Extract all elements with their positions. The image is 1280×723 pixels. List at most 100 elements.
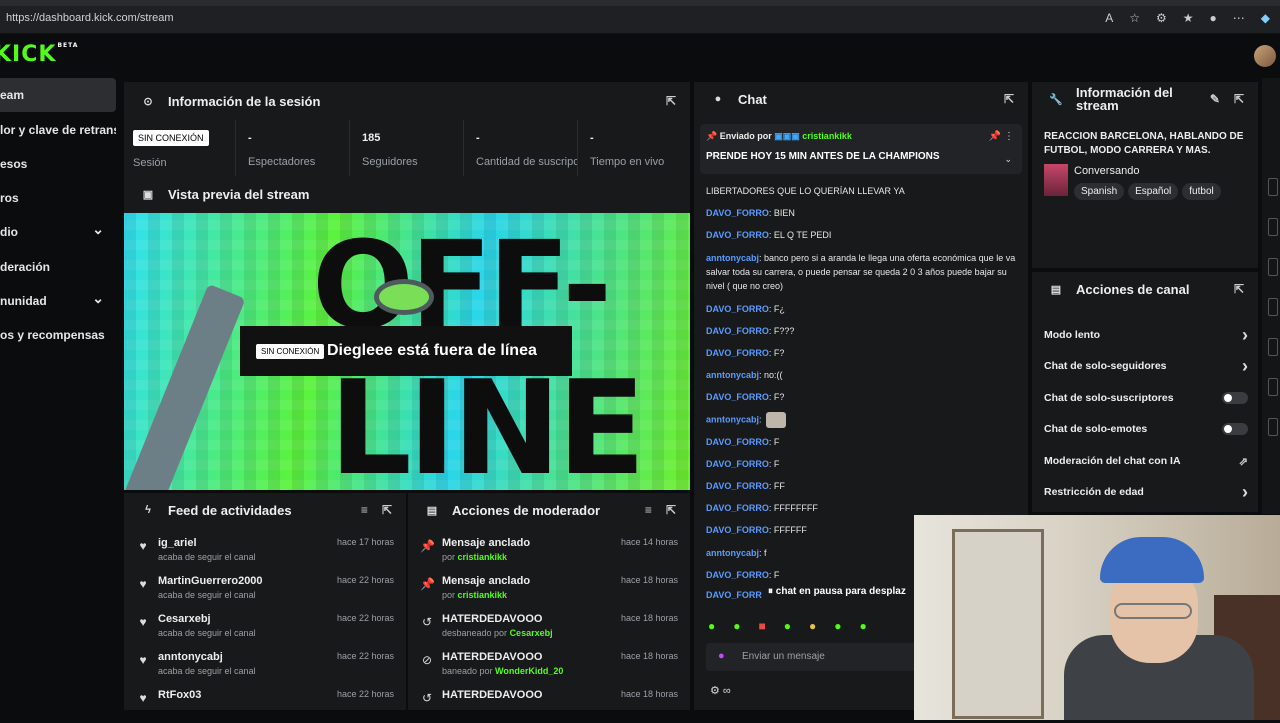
more-menu-icon[interactable]: ⋯ [1233, 11, 1245, 25]
mod-row[interactable]: ⊘ HATERDEDAVOOO baneado por WonderKidd_20 h… [408, 647, 690, 685]
kick-logo[interactable]: KICKBETA [0, 42, 78, 67]
sidebar-item[interactable]: eam [0, 78, 116, 112]
channel-action[interactable]: Chat de solo-seguidores › [1044, 356, 1248, 376]
chat-username[interactable]: anntonycabj [706, 253, 759, 263]
chat-username[interactable]: DAVO_FORRO [706, 525, 769, 535]
chat-message[interactable]: DAVO_FORRO: F? [706, 346, 1018, 360]
tool-icon[interactable] [1268, 218, 1278, 236]
tag[interactable]: Spanish [1074, 183, 1125, 200]
mod-row[interactable]: ↺ HATERDEDAVOOO desbaneado por Cesarxebj ha… [408, 609, 690, 647]
chat-username[interactable]: DAVO_FORRO [706, 503, 769, 513]
channel-action[interactable]: Moderación del chat con IA ⇗ [1044, 451, 1248, 471]
chat-username[interactable]: DAVO_FORRO [706, 437, 769, 447]
chat-message[interactable]: DAVO_FORRO: FF [706, 479, 1018, 493]
chat-username[interactable]: DAVO_FORRO [706, 481, 769, 491]
chat-partial-user[interactable]: DAVO_FORR [706, 590, 762, 600]
address-bar[interactable]: https://dashboard.kick.com/stream [6, 12, 174, 24]
mod-actor[interactable]: cristiankikk [458, 552, 508, 562]
profile-icon[interactable]: ● [1210, 11, 1217, 25]
chat-username[interactable]: DAVO_FORRO [706, 348, 769, 358]
sidebar-item[interactable]: lor y clave de retransmisión [0, 113, 116, 147]
emote-icon[interactable]: ● [733, 619, 740, 633]
chat-username[interactable]: anntonycabj [706, 548, 759, 558]
chat-message[interactable]: DAVO_FORRO: F [706, 435, 1018, 449]
tool-icon[interactable] [1268, 418, 1278, 436]
sidebar-item[interactable]: os y recompensas [0, 318, 116, 352]
emote-icon[interactable]: ● [860, 619, 867, 633]
feed-row[interactable]: ♥ Cesarxebj acaba de seguir el canal hace 2… [124, 609, 406, 647]
feed-row[interactable]: ♥ anntonycabj acaba de seguir el canal hace… [124, 647, 406, 685]
favorites-icon[interactable]: ★ [1183, 11, 1194, 25]
copilot-icon[interactable]: ◆ [1261, 11, 1270, 25]
sidebar-item[interactable]: ros [0, 181, 116, 215]
mod-actor[interactable]: Cesarxebj [510, 628, 553, 638]
chat-username[interactable]: DAVO_FORRO [706, 208, 769, 218]
tag[interactable]: futbol [1182, 183, 1221, 200]
channel-action[interactable]: Modo lento › [1044, 325, 1248, 345]
tool-icon[interactable] [1268, 338, 1278, 356]
chat-message[interactable]: DAVO_FORRO: F? [706, 390, 1018, 404]
pinned-message[interactable]: 📌 Enviado por ▣▣▣ cristiankikk 📌 ⋮ PREND… [700, 124, 1022, 174]
chat-message[interactable]: DAVO_FORRO: BIEN [706, 206, 1018, 220]
chat-message[interactable]: DAVO_FORRO: FFFFFFFF [706, 501, 1018, 515]
toggle-switch[interactable] [1222, 423, 1248, 435]
read-aloud-icon[interactable]: A [1105, 11, 1113, 25]
emote-icon[interactable]: ■ [759, 619, 766, 633]
popout-icon[interactable]: ⇱ [382, 503, 392, 517]
channel-action[interactable]: Chat de solo-emotes [1044, 419, 1248, 439]
chat-message[interactable]: DAVO_FORRO: F??? [706, 324, 1018, 338]
chevron-right-icon[interactable]: › [1242, 325, 1248, 346]
tool-icon[interactable] [1268, 378, 1278, 396]
popout-icon[interactable]: ⇱ [1004, 92, 1014, 106]
chat-message[interactable]: DAVO_FORRO: EL Q TE PEDI [706, 228, 1018, 242]
sidebar-item[interactable]: esos [0, 147, 116, 181]
tool-icon[interactable] [1268, 258, 1278, 276]
popout-icon[interactable]: ⇱ [1234, 92, 1244, 106]
chat-username[interactable]: DAVO_FORRO [706, 304, 769, 314]
tag[interactable]: Español [1128, 183, 1179, 200]
chat-username[interactable]: DAVO_FORRO [706, 230, 769, 240]
tool-icon[interactable] [1268, 298, 1278, 316]
emote-icon[interactable]: ● [809, 619, 816, 633]
chat-username[interactable]: anntonycabj [706, 414, 759, 424]
channel-action[interactable]: Chat de solo-suscriptores [1044, 388, 1248, 408]
external-link-icon[interactable]: ⇗ [1239, 455, 1248, 468]
sidebar-item[interactable]: deración [0, 250, 116, 284]
emote-icon[interactable]: ● [708, 619, 715, 633]
mod-row[interactable]: 📌 Mensaje anclado por cristiankikk hace 14 … [408, 533, 690, 571]
emote-icon[interactable]: ● [784, 619, 791, 633]
chat-message[interactable]: LIBERTADORES QUE LO QUERÍAN LLEVAR YA [706, 184, 1018, 198]
mod-row[interactable]: 📌 Mensaje anclado por cristiankikk hace 18 … [408, 571, 690, 609]
toggle-switch[interactable] [1222, 392, 1248, 404]
chevron-down-icon[interactable]: ⌄ [1004, 154, 1012, 165]
mod-actor[interactable]: WonderKidd_20 [495, 666, 563, 676]
popout-icon[interactable]: ⇱ [1234, 282, 1244, 296]
chat-input-box[interactable]: ● Enviar un mensaje [706, 643, 918, 671]
filter-icon[interactable]: ≡ [361, 503, 368, 517]
more-icon[interactable]: ⋮ [1004, 131, 1014, 142]
chat-username[interactable]: DAVO_FORRO [706, 570, 769, 580]
popout-icon[interactable]: ⇱ [666, 94, 676, 108]
mic-icon[interactable]: ● [718, 650, 725, 662]
tool-icon[interactable] [1268, 178, 1278, 196]
extensions-icon[interactable]: ⚙ [1156, 11, 1167, 25]
filter-icon[interactable]: ≡ [645, 503, 652, 517]
settings-icon[interactable]: ⚙ ∞ [710, 684, 731, 697]
chat-username[interactable]: DAVO_FORRO [706, 326, 769, 336]
unpin-icon[interactable]: 📌 [989, 131, 1001, 142]
feed-row[interactable]: ♥ RtFox03 hace 22 horas [124, 685, 406, 723]
chevron-down-icon[interactable]: ⌄ [92, 221, 104, 238]
user-avatar[interactable] [1254, 45, 1276, 67]
chevron-right-icon[interactable]: › [1242, 356, 1248, 377]
chat-input[interactable]: Enviar un mensaje [742, 651, 825, 662]
sidebar-item[interactable]: dio ⌄ [0, 215, 116, 249]
sidebar-item[interactable]: nunidad ⌄ [0, 284, 116, 318]
edit-icon[interactable]: ✎ [1210, 92, 1220, 106]
popout-icon[interactable]: ⇱ [666, 503, 676, 517]
chat-paused-banner[interactable]: ⏸ chat en pausa para desplaz [762, 582, 922, 604]
mod-actor[interactable]: cristiankikk [458, 590, 508, 600]
chevron-right-icon[interactable]: › [1242, 482, 1248, 503]
mod-row[interactable]: ↺ HATERDEDAVOOO hace 18 horas [408, 685, 690, 723]
chat-username[interactable]: DAVO_FORRO [706, 392, 769, 402]
chat-username[interactable]: DAVO_FORRO [706, 459, 769, 469]
